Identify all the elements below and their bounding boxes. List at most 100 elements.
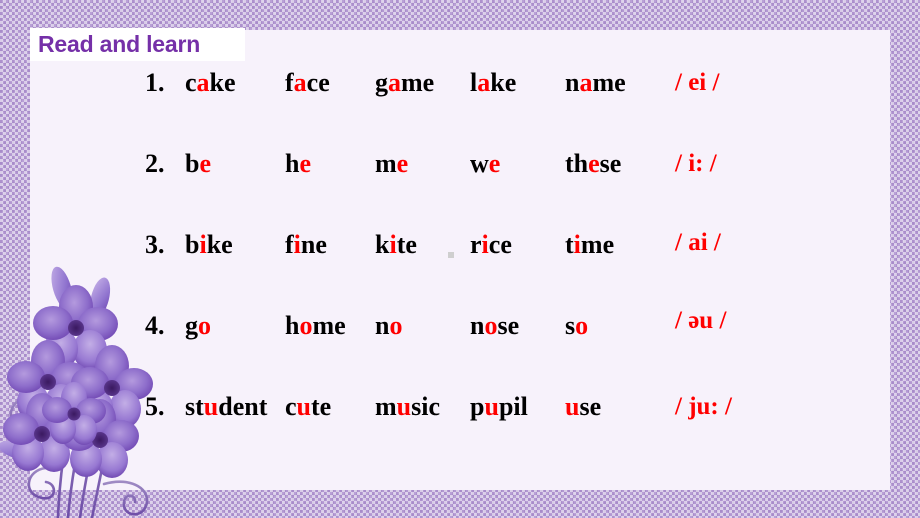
- vocab-word: bike: [185, 230, 233, 260]
- vocab-word: we: [470, 149, 500, 179]
- title-banner: Read and learn: [30, 28, 245, 61]
- vocab-word: home: [285, 311, 346, 341]
- row-number: 1.: [145, 68, 165, 97]
- vocab-word: fine: [285, 230, 327, 260]
- highlighted-vowel: i: [573, 230, 581, 259]
- row-number: 4.: [145, 311, 165, 340]
- highlighted-vowel: a: [196, 68, 210, 97]
- highlighted-vowel: a: [477, 68, 491, 97]
- vocab-word: be: [185, 149, 211, 179]
- vocab-word: he: [285, 149, 311, 179]
- word-suffix: se: [599, 149, 622, 178]
- dust-speck-artifact: [448, 252, 454, 258]
- word-prefix: g: [375, 68, 388, 97]
- slide-canvas: Read and learn 1. cake face game lake name / e…: [0, 0, 920, 518]
- vocab-word: kite: [375, 230, 417, 260]
- row-number: 5.: [145, 392, 165, 421]
- word-prefix: n: [375, 311, 390, 340]
- word-prefix: b: [185, 149, 200, 178]
- highlighted-vowel: a: [579, 68, 593, 97]
- vocab-word: these: [565, 149, 621, 179]
- phonetic-symbol: / əu /: [675, 307, 727, 334]
- highlighted-vowel: u: [484, 392, 499, 421]
- vocab-word: name: [565, 68, 626, 98]
- phonetic-symbol: / ju: /: [675, 393, 732, 420]
- vocab-word: pupil: [470, 392, 528, 422]
- vocab-word: so: [565, 311, 588, 341]
- highlighted-vowel: u: [296, 392, 312, 421]
- word-row: 2. be he me we these / i: /: [0, 149, 920, 230]
- word-prefix: f: [285, 230, 294, 259]
- word-suffix: sic: [411, 392, 441, 421]
- word-suffix: te: [396, 230, 417, 259]
- highlighted-vowel: e: [396, 149, 409, 178]
- vocab-word: me: [375, 149, 408, 179]
- word-row: 3. bike fine kite rice time / ai /: [0, 229, 920, 311]
- word-suffix: me: [580, 230, 615, 259]
- word-prefix: f: [285, 68, 294, 97]
- vocab-word: no: [375, 311, 402, 341]
- word-suffix: ke: [206, 230, 233, 259]
- vocab-word: cute: [285, 392, 331, 422]
- highlighted-vowel: o: [198, 311, 211, 340]
- word-prefix: w: [470, 149, 489, 178]
- word-prefix: m: [375, 392, 397, 421]
- highlighted-vowel: o: [575, 311, 589, 340]
- row-number: 3.: [145, 230, 165, 259]
- word-prefix: st: [185, 392, 204, 421]
- word-suffix: ke: [490, 68, 517, 97]
- phonetic-symbol: / ei /: [675, 69, 720, 96]
- word-prefix: th: [565, 149, 589, 178]
- highlighted-vowel: o: [299, 311, 313, 340]
- word-suffix: te: [311, 392, 332, 421]
- vocab-word: student: [185, 392, 267, 422]
- highlighted-vowel: e: [488, 149, 501, 178]
- vocab-word: time: [565, 230, 614, 260]
- word-suffix: pil: [498, 392, 528, 421]
- word-prefix: t: [565, 230, 574, 259]
- vocab-word: game: [375, 68, 434, 98]
- vocab-word: use: [565, 392, 601, 422]
- word-suffix: se: [497, 311, 520, 340]
- word-row: 5. student cute music pupil use / ju: /: [0, 392, 920, 473]
- highlighted-vowel: i: [293, 230, 301, 259]
- highlighted-vowel: a: [293, 68, 307, 97]
- highlighted-vowel: e: [199, 149, 212, 178]
- word-prefix: c: [185, 68, 197, 97]
- highlighted-vowel: i: [199, 230, 207, 259]
- word-prefix: s: [565, 311, 576, 340]
- highlighted-vowel: u: [565, 392, 580, 421]
- word-suffix: me: [401, 68, 435, 97]
- word-prefix: n: [470, 311, 485, 340]
- highlighted-vowel: i: [389, 230, 397, 259]
- word-row: 4. go home no nose so / əu /: [0, 307, 920, 392]
- vocab-word: nose: [470, 311, 519, 341]
- word-suffix: dent: [218, 392, 268, 421]
- vocab-word: cake: [185, 68, 236, 98]
- vocab-word: go: [185, 311, 211, 341]
- word-row: 1. cake face game lake name / ei /: [0, 68, 920, 149]
- word-prefix: m: [375, 149, 397, 178]
- highlighted-vowel: e: [588, 149, 600, 178]
- word-suffix: ne: [300, 230, 327, 259]
- word-prefix: c: [285, 392, 297, 421]
- highlighted-vowel: o: [484, 311, 498, 340]
- word-prefix: k: [375, 230, 390, 259]
- highlighted-vowel: o: [389, 311, 403, 340]
- page-title: Read and learn: [38, 31, 201, 57]
- phonetic-symbol: / i: /: [675, 150, 717, 177]
- vocab-word: rice: [470, 230, 512, 260]
- word-suffix: ce: [488, 230, 512, 259]
- word-prefix: p: [470, 392, 485, 421]
- word-prefix: n: [565, 68, 580, 97]
- word-suffix: ke: [209, 68, 236, 97]
- word-prefix: h: [285, 311, 300, 340]
- vocab-word: music: [375, 392, 440, 422]
- vocab-word: face: [285, 68, 330, 98]
- row-number: 2.: [145, 149, 165, 178]
- highlighted-vowel: u: [396, 392, 412, 421]
- word-prefix: b: [185, 230, 200, 259]
- highlighted-vowel: u: [203, 392, 219, 421]
- highlighted-vowel: a: [388, 68, 401, 97]
- highlighted-vowel: e: [299, 149, 312, 178]
